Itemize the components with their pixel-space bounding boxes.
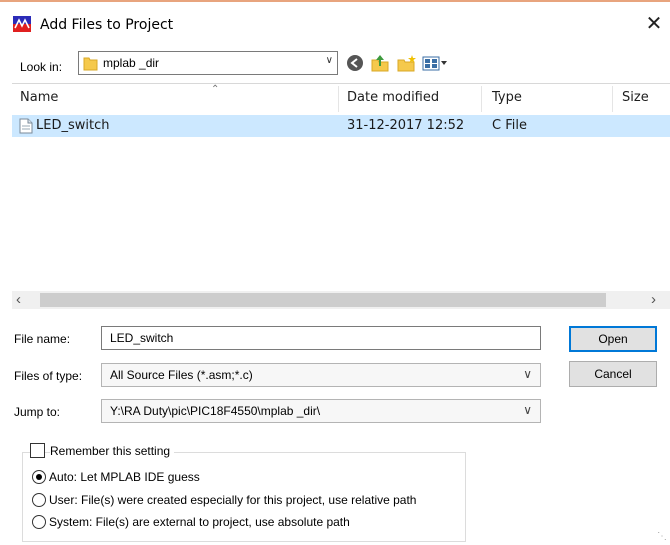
column-header-date-modified[interactable]: Date modified [347, 90, 439, 105]
look-in-value: mplab _dir [103, 56, 160, 70]
files-of-type-label: Files of type: [14, 369, 83, 383]
system-path-radio[interactable] [32, 515, 46, 529]
file-name-value: LED_switch [110, 331, 174, 345]
file-name-cell: LED_switch [36, 118, 110, 133]
up-folder-icon[interactable] [370, 54, 390, 75]
file-list[interactable]: Name ⌃ Date modified Type Size LED_switc… [12, 83, 670, 309]
mplab-app-icon [13, 16, 31, 32]
chevron-down-icon: ∨ [325, 55, 333, 66]
cancel-button[interactable]: Cancel [569, 361, 657, 387]
column-separator[interactable] [338, 86, 339, 112]
auto-path-label: Auto: Let MPLAB IDE guess [49, 470, 200, 484]
new-folder-icon[interactable] [396, 54, 418, 75]
column-header-name[interactable]: Name [20, 90, 58, 105]
c-file-icon [19, 118, 33, 134]
column-header-type[interactable]: Type [492, 90, 522, 105]
sort-ascending-icon: ⌃ [211, 84, 220, 95]
open-button[interactable]: Open [569, 326, 657, 352]
horizontal-scrollbar[interactable]: ‹ › [12, 291, 670, 309]
remember-setting-label: Remember this setting [50, 444, 175, 458]
files-of-type-select[interactable]: All Source Files (*.asm;*.c) ∨ [101, 363, 541, 387]
file-date-cell: 31-12-2017 12:52 [347, 118, 465, 133]
look-in-combo[interactable]: mplab _dir ∨ [78, 51, 338, 75]
remember-setting-checkbox[interactable] [30, 443, 45, 458]
column-header-size[interactable]: Size [622, 90, 649, 105]
user-path-radio[interactable] [32, 493, 46, 507]
files-of-type-value: All Source Files (*.asm;*.c) [110, 368, 253, 382]
resize-grip-icon[interactable]: ⋱ [657, 531, 667, 542]
column-separator[interactable] [481, 86, 482, 112]
back-icon[interactable] [346, 54, 364, 75]
look-in-label: Look in: [20, 60, 63, 74]
scroll-right-icon[interactable]: › [651, 291, 656, 308]
scroll-left-icon[interactable]: ‹ [16, 291, 21, 308]
file-type-cell: C File [492, 118, 527, 133]
chevron-down-icon: ∨ [523, 403, 532, 417]
system-path-label: System: File(s) are external to project,… [49, 515, 350, 529]
file-row[interactable] [12, 115, 670, 137]
file-name-label: File name: [14, 332, 71, 346]
title-bar[interactable]: Add Files to Project ✕ [0, 2, 670, 42]
folder-icon [83, 57, 98, 71]
view-menu-icon[interactable] [422, 54, 448, 75]
auto-path-radio[interactable] [32, 470, 46, 484]
dialog-title: Add Files to Project [40, 17, 174, 33]
file-name-field[interactable]: LED_switch [101, 326, 541, 350]
jump-to-select[interactable]: Y:\RA Duty\pic\PIC18F4550\mplab _dir\ ∨ [101, 399, 541, 423]
jump-to-label: Jump to: [14, 405, 61, 419]
user-path-label: User: File(s) were created especially fo… [49, 493, 417, 507]
radio-selected-dot [36, 474, 42, 480]
close-icon[interactable]: ✕ [642, 12, 666, 36]
jump-to-value: Y:\RA Duty\pic\PIC18F4550\mplab _dir\ [110, 404, 321, 418]
scrollbar-thumb[interactable] [40, 293, 606, 307]
column-separator[interactable] [612, 86, 613, 112]
chevron-down-icon: ∨ [523, 367, 532, 381]
